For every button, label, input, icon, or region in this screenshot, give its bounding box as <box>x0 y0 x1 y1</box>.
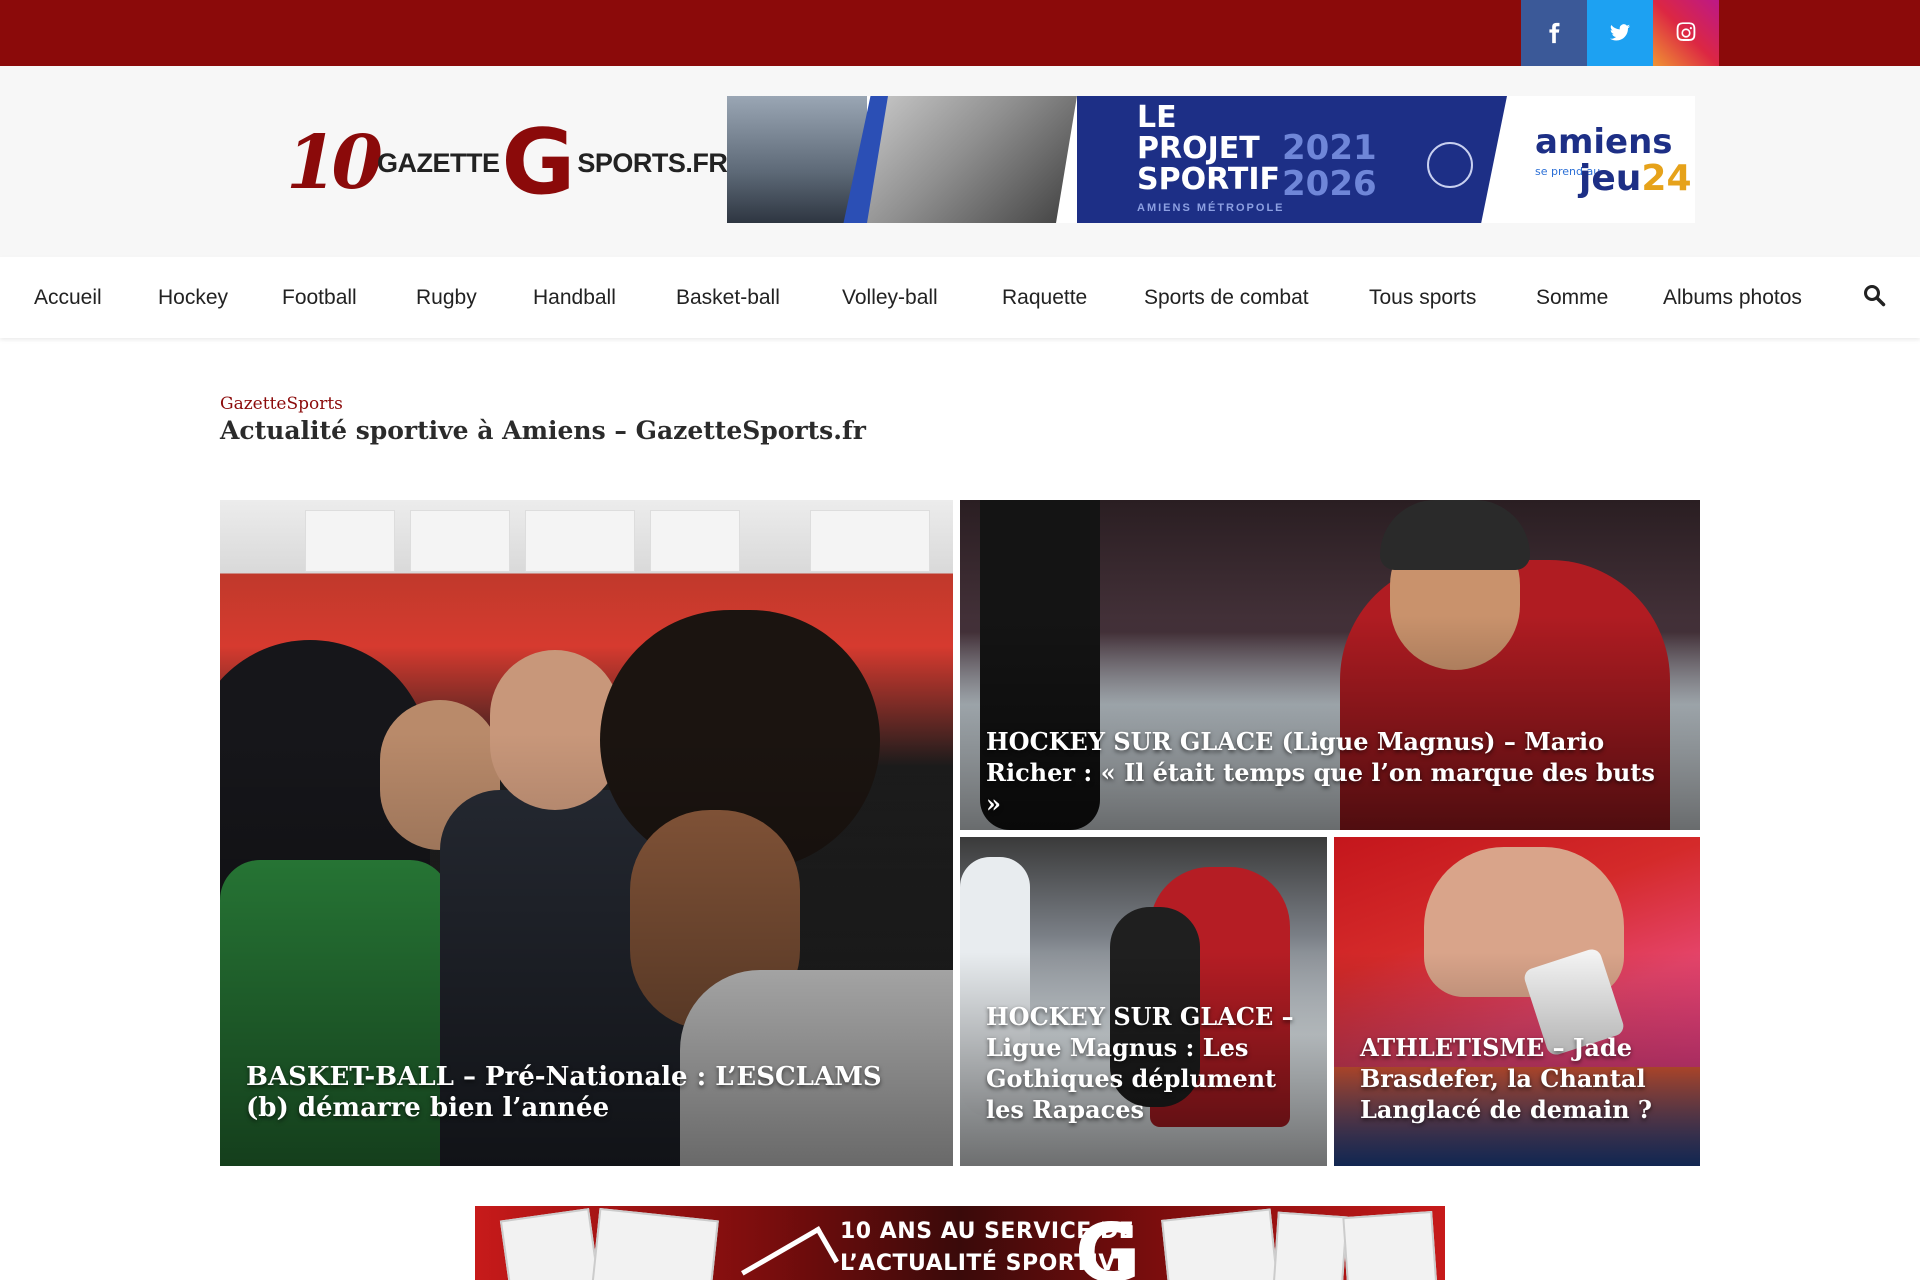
instagram-link[interactable] <box>1653 0 1719 66</box>
bottom-banner-ad[interactable]: 10 ANS AU SERVICE DE L’ACTUALITÉ SPORTIV… <box>475 1206 1445 1280</box>
facebook-icon <box>1549 22 1560 44</box>
banner-24: 24 <box>1641 158 1692 199</box>
banner-brand-word: amiens <box>1535 122 1673 162</box>
banner-title: LE PROJET SPORTIF <box>1137 102 1280 195</box>
twitter-link[interactable] <box>1587 0 1653 66</box>
logo-right-word: SPORTS.FR <box>577 147 728 178</box>
article-title: ATHLETISME – Jade Brasdefer, la Chantal … <box>1360 1033 1652 1124</box>
banner-years: 2021 2026 <box>1282 130 1377 202</box>
nav-item-football[interactable]: Football <box>282 257 357 338</box>
nav-item-volley-ball[interactable]: Volley-ball <box>842 257 938 338</box>
article-title: HOCKEY SUR GLACE (Ligue Magnus) – Mario … <box>986 727 1655 818</box>
magazine-cover <box>499 1208 601 1280</box>
article-card-hockey-gothiques[interactable]: HOCKEY SUR GLACE – Ligue Magnus : Les Go… <box>960 837 1327 1166</box>
nav-item-handball[interactable]: Handball <box>533 257 616 338</box>
main-nav: Accueil Hockey Football Rugby Handball B… <box>0 257 1920 338</box>
twitter-icon <box>1609 24 1631 41</box>
banner-title-line1: LE <box>1137 100 1177 135</box>
nav-item-raquette[interactable]: Raquette <box>1002 257 1087 338</box>
logo-left-word: GAZETTE <box>376 147 500 178</box>
banner-title-line3: SPORTIF <box>1137 162 1280 197</box>
article-card-hockey-richer[interactable]: HOCKEY SUR GLACE (Ligue Magnus) – Mario … <box>960 500 1700 830</box>
banner-brand-jeu: jeu24 <box>1579 158 1692 199</box>
logo-g: G <box>501 110 576 215</box>
article-title: BASKET-BALL – Pré-Nationale : L’ESCLAMS … <box>246 1062 882 1123</box>
banner-photo-players <box>867 96 1077 223</box>
banner-year-end: 2026 <box>1282 164 1377 204</box>
nav-item-tous-sports[interactable]: Tous sports <box>1369 257 1476 338</box>
magazine-cover <box>1161 1208 1279 1280</box>
arrow-icon <box>741 1226 839 1280</box>
magazine-cover <box>591 1207 719 1280</box>
page-title: Actualité sportive à Amiens – GazetteSpo… <box>220 416 866 445</box>
magazine-cover <box>1342 1210 1438 1280</box>
article-card-basket[interactable]: BASKET-BALL – Pré-Nationale : L’ESCLAMS … <box>220 500 953 1166</box>
banner-subtitle: AMIENS MÉTROPOLE <box>1137 202 1285 214</box>
nav-item-basket-ball[interactable]: Basket-ball <box>676 257 780 338</box>
site-header: 10 GAZETTE G SPORTS.FR LE PROJET SPORTIF… <box>0 66 1920 257</box>
article-card-athletisme[interactable]: ATHLETISME – Jade Brasdefer, la Chantal … <box>1334 837 1700 1166</box>
site-logo[interactable]: 10 GAZETTE G SPORTS.FR <box>286 110 728 215</box>
logo-mark: 10 <box>286 120 383 206</box>
magazine-cover <box>1272 1211 1348 1280</box>
instagram-icon <box>1676 22 1696 41</box>
banner-title-line2: PROJET <box>1137 131 1260 166</box>
nav-item-sports-de-combat[interactable]: Sports de combat <box>1144 257 1309 338</box>
nav-item-rugby[interactable]: Rugby <box>416 257 477 338</box>
search-button[interactable] <box>1862 283 1890 311</box>
article-title: HOCKEY SUR GLACE – Ligue Magnus : Les Go… <box>986 1002 1294 1124</box>
header-banner-ad[interactable]: LE PROJET SPORTIF 2021 2026 AMIENS MÉTRO… <box>727 96 1695 223</box>
metropole-seal-icon <box>1427 142 1473 188</box>
top-bar <box>0 0 1920 66</box>
search-icon <box>1864 285 1886 307</box>
nav-item-somme[interactable]: Somme <box>1536 257 1608 338</box>
banner-year-start: 2021 <box>1282 128 1377 168</box>
banner-photo-athlete <box>727 96 867 223</box>
facebook-link[interactable] <box>1521 0 1587 66</box>
nav-item-albums-photos[interactable]: Albums photos <box>1663 257 1802 338</box>
site-kicker: GazetteSports <box>220 394 343 414</box>
banner-jeu-word: jeu <box>1579 158 1642 199</box>
nav-item-hockey[interactable]: Hockey <box>158 257 228 338</box>
banner-brand: amiens se prend au <box>1535 125 1673 178</box>
nav-item-accueil[interactable]: Accueil <box>34 257 102 338</box>
ad-logo-g: G <box>1075 1207 1141 1280</box>
